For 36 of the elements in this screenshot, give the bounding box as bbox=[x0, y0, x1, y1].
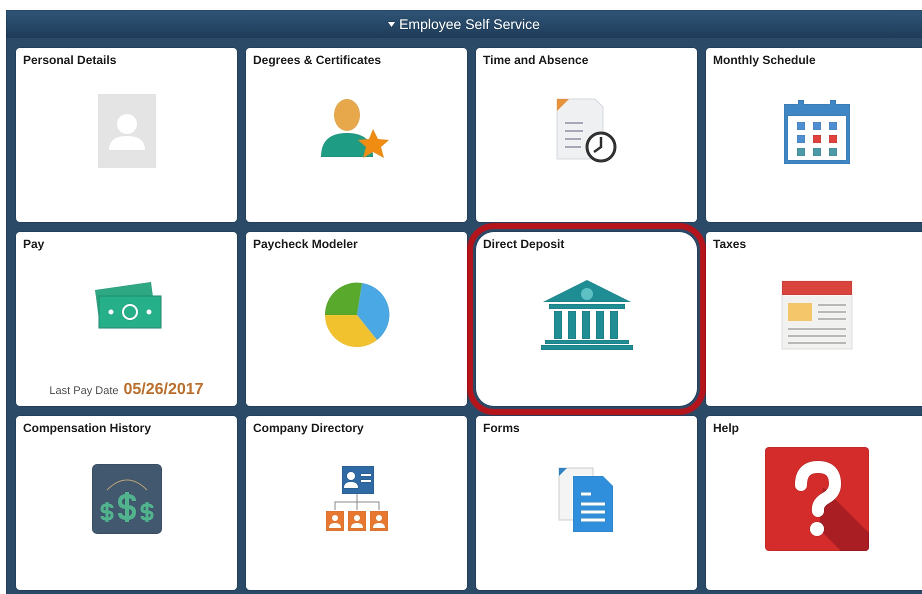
tile[interactable]: Monthly Schedule bbox=[706, 48, 922, 222]
bank-building-icon bbox=[538, 280, 634, 350]
dollar-signs-icon bbox=[92, 464, 162, 534]
person-placeholder-icon bbox=[98, 94, 156, 168]
header-title[interactable]: Employee Self Service bbox=[399, 16, 540, 32]
tile-title: Pay bbox=[23, 237, 44, 251]
caret-icon[interactable] bbox=[388, 22, 396, 26]
tile-title: Monthly Schedule bbox=[713, 53, 816, 67]
tile[interactable]: Time and Absence bbox=[476, 48, 697, 222]
tile[interactable]: Compensation History bbox=[16, 416, 237, 590]
last-pay-date-label: Last Pay Date bbox=[49, 385, 118, 397]
tile[interactable]: Forms bbox=[476, 416, 697, 590]
question-mark-icon bbox=[764, 447, 868, 551]
tile[interactable]: Pay Last Pay Date 05/26/2017 bbox=[16, 232, 237, 406]
tile[interactable]: Degrees & Certificates bbox=[246, 48, 467, 222]
tile-title: Company Directory bbox=[253, 421, 364, 435]
tile-title: Help bbox=[713, 421, 740, 435]
tile-title: Taxes bbox=[713, 237, 746, 251]
last-pay-date-value: 05/26/2017 bbox=[124, 381, 204, 399]
tile[interactable]: Taxes bbox=[706, 232, 922, 406]
tile-title: Paycheck Modeler bbox=[253, 237, 358, 251]
tax-form-icon bbox=[780, 279, 854, 351]
tile-title: Direct Deposit bbox=[483, 237, 564, 251]
calendar-icon bbox=[784, 98, 850, 164]
tile[interactable]: Direct Deposit bbox=[476, 232, 697, 406]
tile-title: Forms bbox=[483, 421, 520, 435]
tile[interactable]: Paycheck Modeler bbox=[246, 232, 467, 406]
tile[interactable]: Personal Details bbox=[16, 48, 237, 222]
tile-title: Time and Absence bbox=[483, 53, 588, 67]
org-chart-icon bbox=[326, 466, 388, 532]
tile[interactable]: Company Directory bbox=[246, 416, 467, 590]
tile-title: Personal Details bbox=[23, 53, 116, 67]
tile-title: Compensation History bbox=[23, 421, 152, 435]
tile[interactable]: Help bbox=[706, 416, 922, 590]
pie-chart-icon bbox=[324, 282, 390, 348]
tile-title: Degrees & Certificates bbox=[253, 53, 382, 67]
